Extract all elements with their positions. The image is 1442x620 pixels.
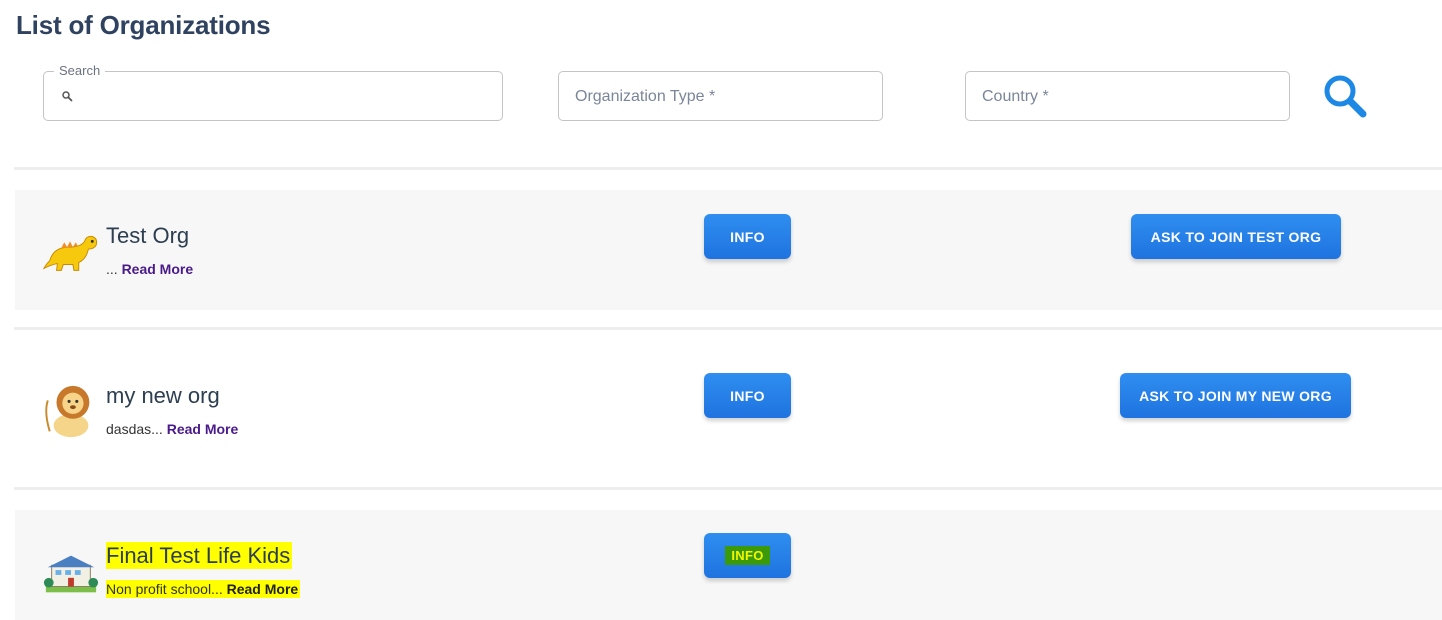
organization-description-line: ... Read More (106, 261, 193, 277)
ask-to-join-button[interactable]: ASK TO JOIN MY NEW ORG (1120, 373, 1351, 418)
organization-type-select[interactable]: Organization Type * (558, 71, 883, 121)
country-select[interactable]: Country * (965, 71, 1290, 121)
country-placeholder: Country * (982, 88, 1049, 105)
organization-name: Final Test Life Kids (106, 542, 293, 569)
organization-description-line: Non profit school... Read More (106, 580, 301, 598)
organization-description-line: dasdas... Read More (106, 421, 238, 437)
divider (14, 487, 1442, 490)
search-button-icon[interactable] (1320, 70, 1370, 120)
info-button[interactable]: INFO (704, 533, 791, 578)
lion-avatar-icon (45, 385, 90, 438)
school-avatar-icon (43, 555, 99, 593)
search-icon (62, 91, 73, 102)
read-more-link[interactable]: Read More (122, 261, 194, 277)
highlighted-description: Non profit school... Read More (106, 580, 301, 598)
ask-to-join-button[interactable]: ASK TO JOIN TEST ORG (1131, 214, 1341, 259)
organization-row: Final Test Life Kids Non profit school..… (15, 510, 1442, 620)
organization-type-placeholder: Organization Type * (575, 88, 716, 105)
divider (14, 327, 1442, 330)
read-more-link[interactable]: Read More (227, 581, 299, 597)
organization-row: my new org dasdas... Read More INFO ASK … (15, 350, 1442, 470)
organization-name: my new org (106, 383, 220, 408)
organization-description: Non profit school... (106, 581, 223, 597)
info-button[interactable]: INFO (704, 214, 791, 259)
search-label: Search (54, 64, 106, 78)
search-field[interactable]: Search (43, 64, 503, 121)
page-title: List of Organizations (16, 10, 271, 40)
organization-description: dasdas... (106, 421, 163, 437)
organization-name: Test Org (106, 223, 190, 248)
organization-row: Test Org ... Read More INFO ASK TO JOIN … (15, 190, 1442, 310)
highlighted-info-label: INFO (725, 546, 770, 565)
dinosaur-avatar-icon (42, 235, 98, 271)
divider (14, 167, 1442, 170)
organization-description: ... (106, 261, 118, 277)
highlighted-organization-name: Final Test Life Kids (106, 542, 293, 569)
read-more-link[interactable]: Read More (167, 421, 239, 437)
info-button[interactable]: INFO (704, 373, 791, 418)
